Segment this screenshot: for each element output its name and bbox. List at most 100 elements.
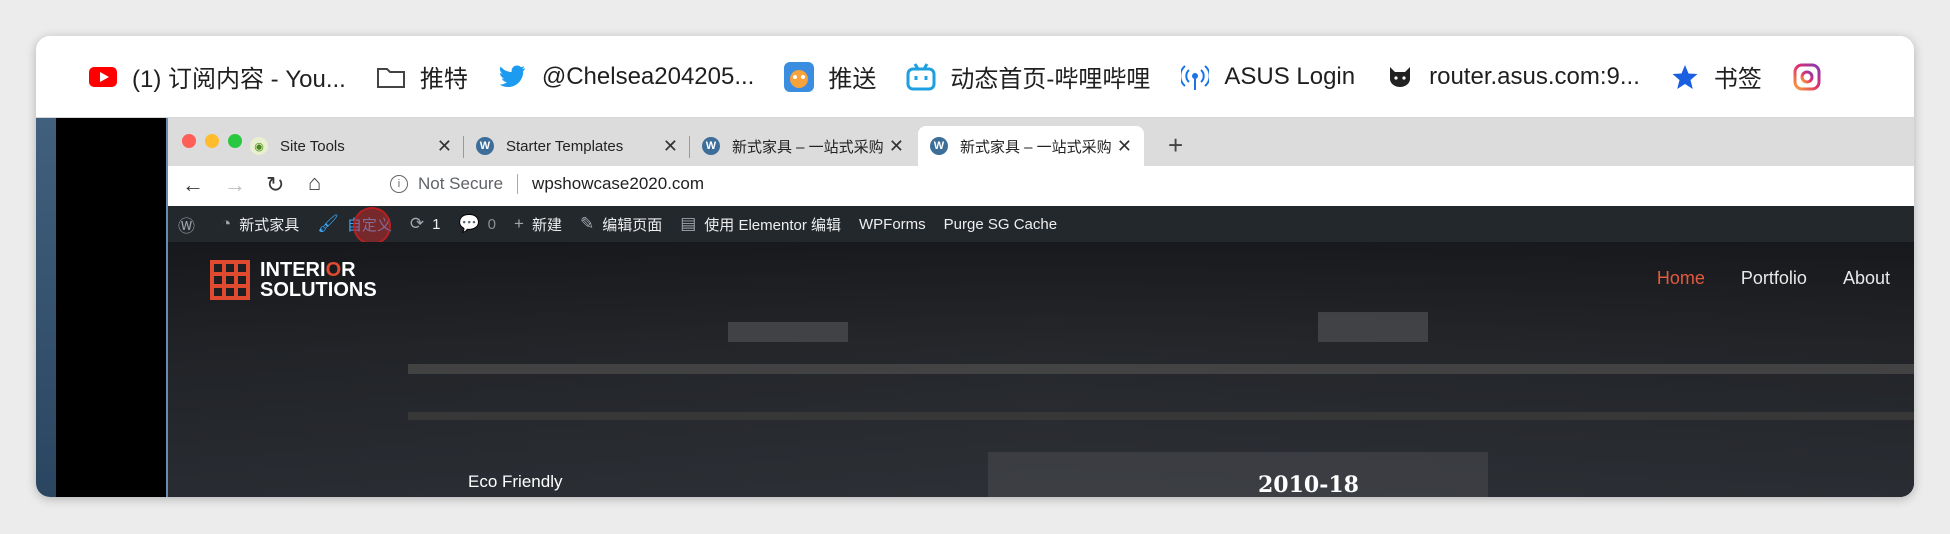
security-label: Not Secure [418, 174, 504, 193]
bookmark-label: ASUS Login [1224, 62, 1356, 90]
nav-portfolio[interactable]: Portfolio [1741, 268, 1807, 289]
edit-page-menu[interactable]: ✎ 编辑页面 [580, 214, 662, 235]
folder-icon [376, 62, 406, 92]
bookmark-label: 动态首页-哔哩哔哩 [950, 66, 1151, 93]
bookmark-push[interactable]: 推送 [784, 59, 876, 94]
tab-site-tools[interactable]: ◉ Site Tools ✕ [238, 126, 464, 166]
bookmark-twitter-account[interactable]: @Chelsea204205... [498, 62, 755, 92]
bookmark-label: (1) 订阅内容 - You... [132, 66, 346, 93]
reload-icon[interactable]: ↻ [266, 172, 284, 198]
bookmark-label: router.asus.com:9... [1429, 62, 1640, 90]
bookmark-folder-bookmarks[interactable]: 书签 [1670, 59, 1762, 94]
twitter-icon [498, 62, 528, 92]
bookmark-youtube[interactable]: (1) 订阅内容 - You... [88, 59, 346, 94]
new-menu[interactable]: + 新建 [514, 214, 562, 235]
home-icon[interactable]: ⌂ [308, 170, 321, 196]
info-icon[interactable]: i [390, 175, 408, 193]
browser-window: (1) 订阅内容 - You... 推特 @Chelsea204205... 推… [36, 36, 1914, 497]
nav-home[interactable]: Home [1657, 268, 1705, 289]
tab-furniture-1[interactable]: W 新式家具 – 一站式采购 ✕ [690, 126, 916, 166]
wordpress-icon: W [702, 137, 720, 155]
comments-count: 0 [487, 215, 497, 233]
close-tab-icon[interactable]: ✕ [1117, 136, 1132, 157]
bookmark-label: 推送 [828, 66, 877, 93]
tab-furniture-active[interactable]: W 新式家具 – 一站式采购 ✕ [918, 126, 1144, 166]
forward-icon[interactable]: → [224, 172, 246, 198]
new-tab-button[interactable]: + [1168, 130, 1183, 161]
url-text[interactable]: wpshowcase2020.com [532, 174, 704, 194]
wpforms-menu[interactable]: WPForms [859, 216, 926, 233]
comments-menu[interactable]: 💬 0 [459, 214, 497, 234]
shelf-decoration [408, 364, 1914, 374]
close-tab-icon[interactable]: ✕ [437, 136, 452, 157]
refresh-icon: ⟳ [409, 214, 425, 233]
updates-count: 1 [432, 215, 441, 233]
year-label: 2010-18 [1258, 472, 1359, 497]
logo-text: INTERIOR SOLUTIONS [260, 259, 377, 301]
inner-browser-window: ◉ Site Tools ✕ W Starter Templates ✕ W 新… [166, 118, 1914, 497]
tab-label: 新式家具 – 一站式采购 [960, 138, 1112, 156]
elementor-menu[interactable]: ▤ 使用 Elementor 编辑 [680, 214, 841, 235]
bookmark-bilibili[interactable]: 动态首页-哔哩哔哩 [906, 59, 1150, 94]
app-icon [784, 61, 815, 92]
updates-menu[interactable]: ⟳ 1 [410, 214, 441, 234]
tab-strip: ◉ Site Tools ✕ W Starter Templates ✕ W 新… [168, 118, 1914, 166]
tab-label: 新式家具 – 一站式采购 [732, 138, 884, 156]
site-name-menu[interactable]: ◔ 新式家具 [221, 214, 299, 235]
site-tools-icon: ◉ [250, 137, 268, 155]
hero-section: INTERIOR SOLUTIONS Home Portfolio About … [168, 242, 1914, 497]
youtube-icon [88, 62, 118, 92]
router-icon [1180, 62, 1210, 92]
wp-logo-menu[interactable]: Ⓦ [178, 212, 203, 237]
bookmark-folder-twitter[interactable]: 推特 [376, 59, 468, 94]
site-name-label: 新式家具 [239, 216, 300, 234]
wordpress-icon: W [476, 137, 494, 155]
instagram-icon [1792, 62, 1822, 92]
pencil-icon: ✎ [579, 214, 595, 233]
bookmark-instagram[interactable] [1792, 62, 1836, 92]
wordpress-icon: W [930, 137, 948, 155]
site-nav: Home Portfolio About [1657, 268, 1914, 289]
bookmark-label: @Chelsea204205... [541, 62, 755, 90]
elementor-label: 使用 Elementor 编辑 [704, 216, 841, 234]
tab-starter-templates[interactable]: W Starter Templates ✕ [464, 126, 690, 166]
bilibili-icon [906, 62, 936, 92]
wp-admin-bar: Ⓦ ◔ 新式家具 🖌 自定义 ⟳ 1 💬 0 + 新建 ✎ 编辑页面 ▤ 使用 … [168, 206, 1914, 245]
browser-toolbar: ← → ↻ ⌂ i Not Secure wpshowcase2020.com [168, 166, 1914, 207]
edit-page-label: 编辑页面 [602, 216, 663, 234]
purge-cache-label: Purge SG Cache [943, 215, 1058, 233]
logo-grid-icon [210, 260, 250, 300]
bookmark-label: 书签 [1713, 66, 1762, 93]
sofa-shape [988, 452, 1488, 497]
elementor-icon: ▤ [680, 214, 697, 233]
dashboard-icon: ◔ [221, 214, 232, 233]
bookmark-label: 推特 [419, 66, 468, 93]
plus-icon: + [514, 214, 524, 233]
bookmark-asus-login[interactable]: ASUS Login [1180, 62, 1355, 92]
tab-label: Starter Templates [506, 137, 624, 155]
comment-icon: 💬 [458, 214, 480, 233]
nav-about[interactable]: About [1843, 268, 1890, 289]
address-bar[interactable]: i Not Secure wpshowcase2020.com [390, 174, 704, 194]
wpforms-label: WPForms [859, 215, 926, 233]
minimize-window-button[interactable] [205, 134, 219, 148]
decor-object [1318, 312, 1428, 342]
desktop-wallpaper [36, 118, 56, 497]
brush-icon: 🖌 [317, 214, 339, 233]
site-logo[interactable]: INTERIOR SOLUTIONS [210, 260, 377, 300]
divider [517, 174, 519, 194]
bookmarks-bar: (1) 订阅内容 - You... 推特 @Chelsea204205... 推… [36, 36, 1914, 118]
star-icon [1670, 62, 1700, 92]
close-tab-icon[interactable]: ✕ [663, 136, 678, 157]
wordpress-icon: Ⓦ [178, 216, 195, 236]
close-tab-icon[interactable]: ✕ [889, 136, 904, 157]
new-label: 新建 [531, 216, 562, 234]
click-indicator [353, 207, 391, 245]
back-icon[interactable]: ← [182, 172, 204, 198]
decor-object [728, 322, 848, 342]
purge-cache-menu[interactable]: Purge SG Cache [944, 216, 1057, 233]
bookmark-router-asus[interactable]: router.asus.com:9... [1385, 62, 1640, 92]
github-cat-icon [1385, 62, 1415, 92]
shelf-decoration [408, 412, 1914, 420]
close-window-button[interactable] [182, 134, 196, 148]
